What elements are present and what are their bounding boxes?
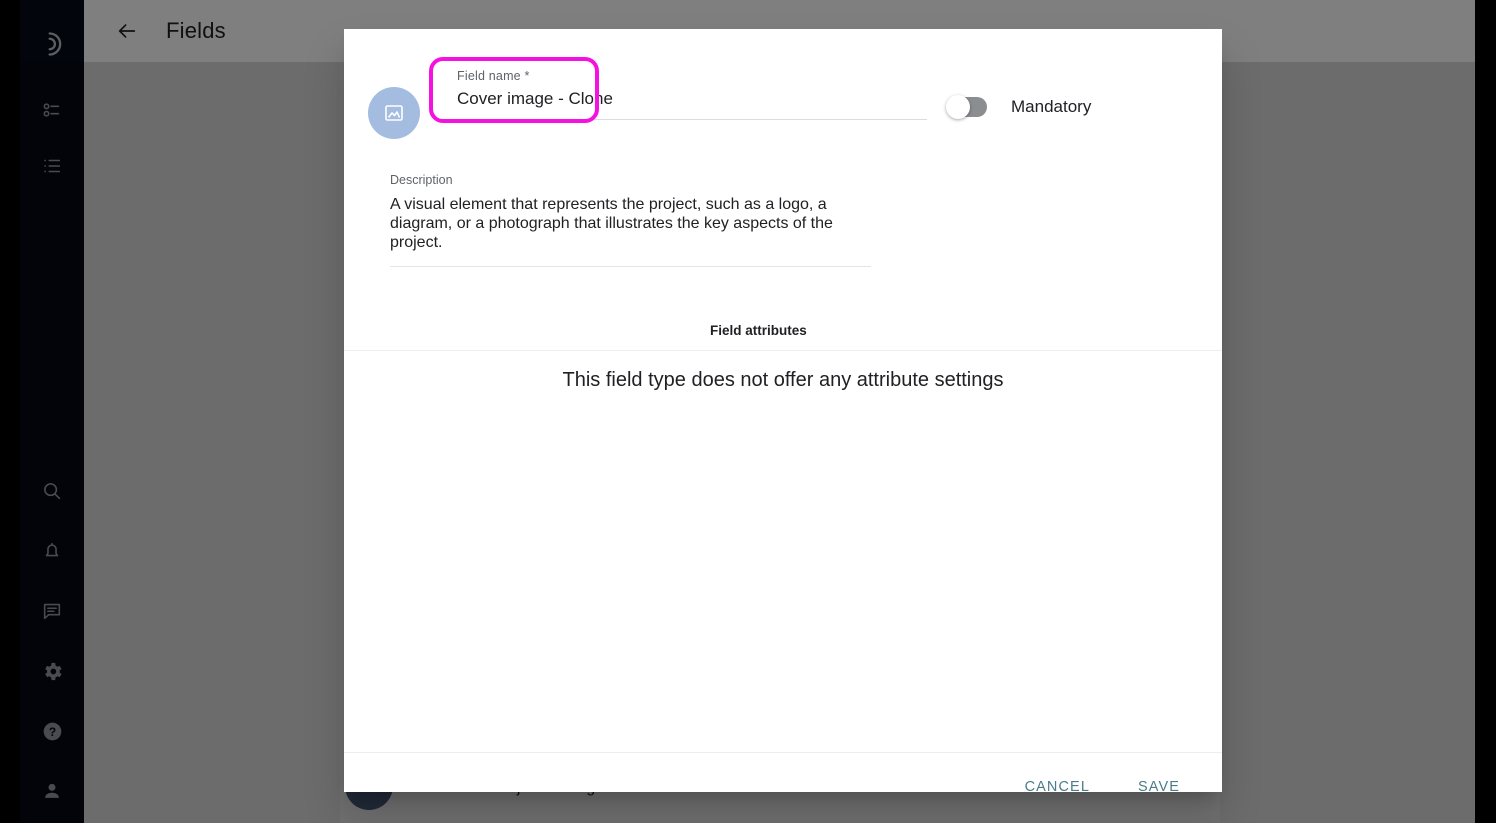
right-black-band <box>1475 0 1496 823</box>
gear-icon[interactable] <box>32 651 72 691</box>
toggle-knob <box>946 95 970 119</box>
mandatory-toggle-group[interactable]: Mandatory <box>946 95 1092 119</box>
mandatory-toggle[interactable] <box>946 95 987 119</box>
field-name-underline <box>457 119 927 120</box>
description-label: Description <box>390 173 453 187</box>
field-name-label: Field name * <box>457 69 530 83</box>
dialog-footer: CANCEL SAVE <box>344 753 1222 821</box>
description-underline <box>390 266 871 267</box>
arrow-left-icon[interactable] <box>110 14 144 48</box>
field-attributes-title: Field attributes <box>710 323 807 338</box>
avatar <box>368 87 420 139</box>
sidebar-bottom-group: ? <box>20 471 84 823</box>
dialog-header-section: Field name * Cover image - Clone Mandato… <box>344 29 1222 338</box>
help-circle-icon[interactable]: ? <box>32 711 72 751</box>
bell-icon[interactable] <box>32 531 72 571</box>
page-title: Fields <box>166 18 226 43</box>
empty-state-message: This field type does not offer any attri… <box>562 369 1004 391</box>
mandatory-label: Mandatory <box>1011 97 1092 116</box>
field-name-value[interactable]: Cover image - Clone <box>457 89 927 119</box>
field-name-row: Field name * Cover image - Clone Mandato… <box>368 69 1186 139</box>
svg-text:?: ? <box>48 724 55 738</box>
left-black-band <box>0 0 20 823</box>
description-input[interactable]: Description A visual element that repres… <box>390 173 871 267</box>
app-logo-icon[interactable] <box>30 22 74 66</box>
field-attributes-body: This field type does not offer any attri… <box>344 351 1222 752</box>
field-name-input[interactable]: Field name * Cover image - Clone <box>457 69 927 120</box>
person-icon[interactable] <box>32 771 72 811</box>
cancel-button[interactable]: CANCEL <box>1011 769 1104 805</box>
screen: ? Fields Field name * Cover image - Clon… <box>0 0 1496 823</box>
edit-field-dialog: Field name * Cover image - Clone Mandato… <box>344 29 1222 795</box>
left-sidebar: ? <box>20 0 84 823</box>
sidebar-item-lists[interactable] <box>32 146 72 186</box>
save-button[interactable]: SAVE <box>1124 769 1194 805</box>
description-value[interactable]: A visual element that represents the pro… <box>390 195 860 266</box>
sidebar-item-object-types[interactable] <box>32 90 72 130</box>
search-icon[interactable] <box>32 471 72 511</box>
sidebar-top-group <box>30 0 74 186</box>
image-icon <box>385 105 403 121</box>
chat-icon[interactable] <box>32 591 72 631</box>
